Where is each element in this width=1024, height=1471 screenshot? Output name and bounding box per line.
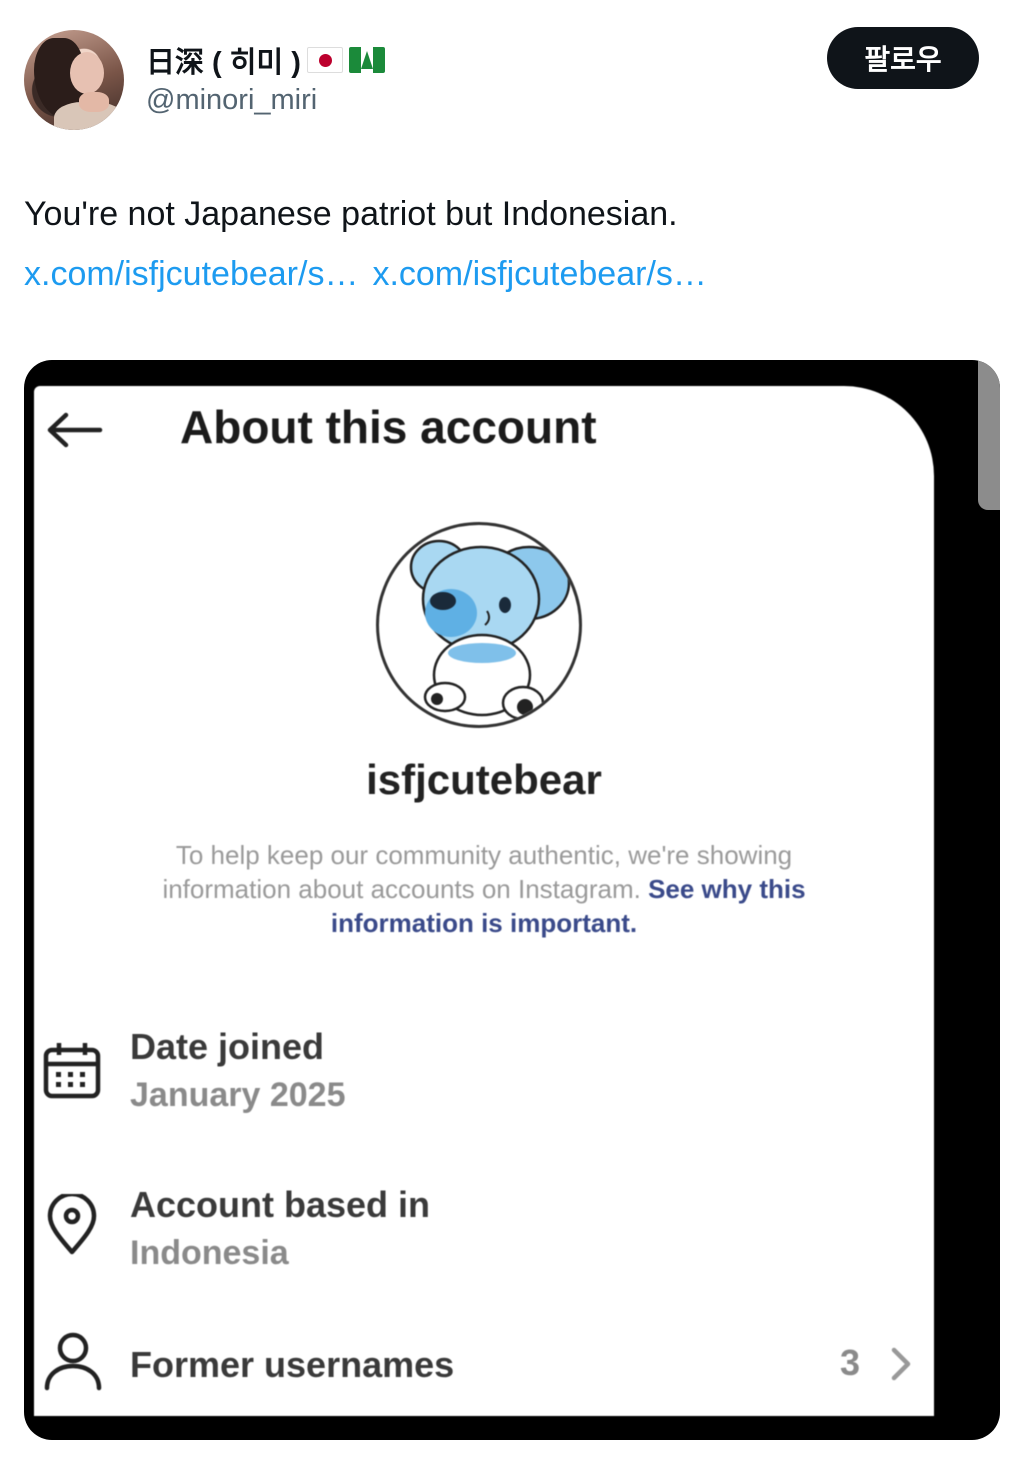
tweet-link-1[interactable]: x.com/isfjcutebear/s… <box>24 252 358 296</box>
tweet-media-image[interactable]: About this account isfjcutebear To help … <box>24 360 1000 1440</box>
display-name-text: 日深 ( 히미 ) <box>146 47 301 79</box>
based-in-label: Account based in <box>130 1184 431 1225</box>
scrollbar <box>978 360 1000 510</box>
tweet-link-2[interactable]: x.com/isfjcutebear/s… <box>372 252 706 296</box>
japan-flag-icon <box>306 47 343 73</box>
user-handle[interactable]: @minori_miri <box>146 84 317 117</box>
display-name[interactable]: 日深 ( 히미 ) <box>146 42 385 79</box>
bear-illustration-icon <box>409 539 571 721</box>
back-arrow-icon <box>47 412 103 448</box>
former-usernames-count: 3 <box>840 1342 861 1383</box>
date-joined-label: Date joined <box>130 1026 325 1067</box>
chevron-right-icon <box>891 1347 911 1381</box>
screenshot-title: About this account <box>180 401 597 453</box>
norfolk-island-flag-icon <box>348 47 385 73</box>
screenshot-info-text: To help keep our community authentic, we… <box>114 838 854 940</box>
screenshot-username: isfjcutebear <box>366 756 602 803</box>
person-icon <box>44 1332 102 1391</box>
tweet-text: You're not Japanese patriot but Indonesi… <box>24 195 678 233</box>
follow-button[interactable]: 팔로우 <box>827 27 979 89</box>
calendar-icon <box>43 1043 101 1099</box>
former-usernames-label: Former usernames <box>130 1344 455 1385</box>
embedded-screenshot: About this account isfjcutebear To help … <box>34 386 934 1416</box>
date-joined-value: January 2025 <box>130 1076 346 1114</box>
location-pin-icon <box>47 1194 97 1255</box>
tweet-links: x.com/isfjcutebear/s… x.com/isfjcutebear… <box>24 252 707 296</box>
based-in-value: Indonesia <box>130 1234 289 1272</box>
profile-picture <box>376 522 582 728</box>
avatar[interactable] <box>24 30 124 130</box>
